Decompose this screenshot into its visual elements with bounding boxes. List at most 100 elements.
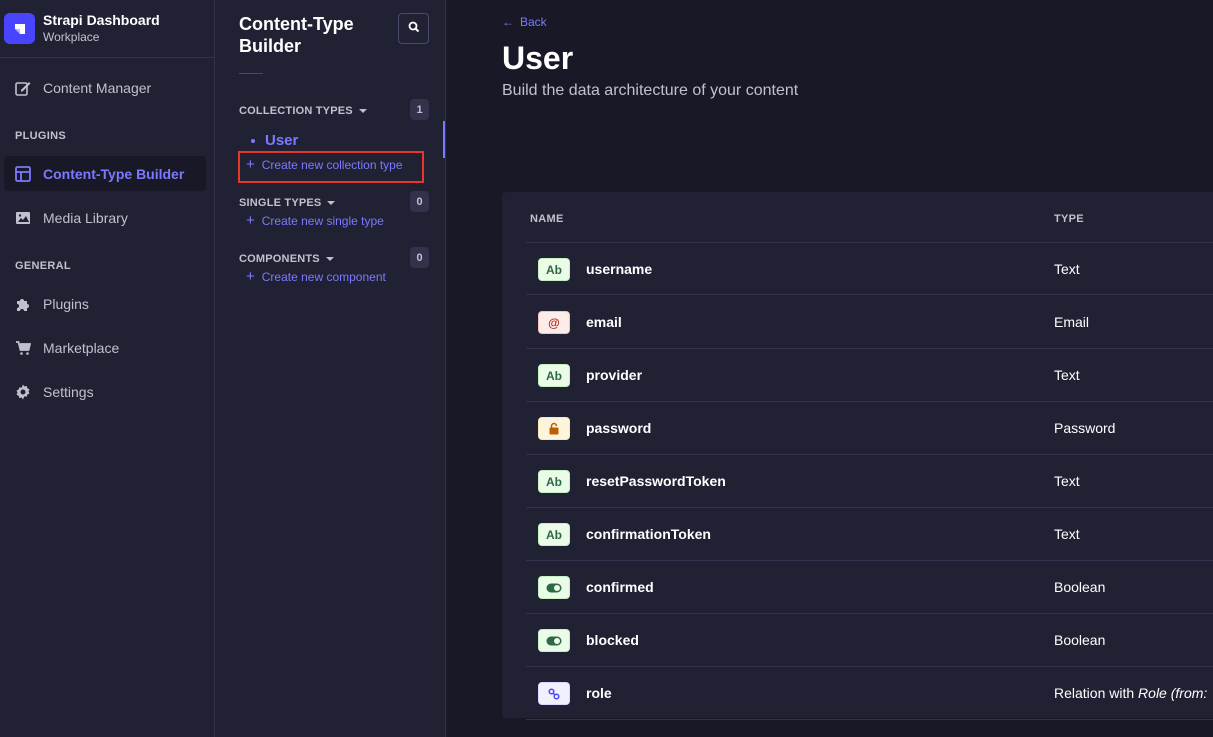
- single-types-count: 0: [410, 191, 429, 212]
- create-component-link[interactable]: + Create new component: [246, 268, 386, 285]
- nav-item-media-library[interactable]: Media Library: [4, 200, 206, 235]
- brand-title: Strapi Dashboard: [43, 12, 160, 28]
- relation-target: Role (from:: [1138, 685, 1208, 701]
- text-field-icon: Ab: [538, 523, 570, 546]
- nav-item-content-manager[interactable]: Content Manager: [4, 70, 206, 105]
- caret-down-icon: [327, 201, 336, 205]
- field-name: confirmed: [586, 579, 654, 595]
- field-name: confirmationToken: [586, 526, 711, 542]
- table-row[interactable]: password Password: [526, 402, 1213, 455]
- brand-subtitle: Workplace: [43, 30, 100, 44]
- gear-icon: [14, 383, 32, 401]
- collection-type-label: User: [265, 132, 299, 149]
- table-row[interactable]: blocked Boolean: [526, 614, 1213, 667]
- field-name: blocked: [586, 632, 639, 648]
- pen-icon: [14, 79, 32, 97]
- back-label: Back: [520, 15, 547, 29]
- single-types-toggle[interactable]: SINGLE TYPES: [239, 197, 336, 209]
- create-link-label: Create new component: [261, 270, 386, 284]
- bullet-icon: [251, 138, 255, 143]
- cart-icon: [14, 339, 32, 357]
- email-field-icon: @: [538, 311, 570, 334]
- table-row[interactable]: @ email Email: [526, 296, 1213, 349]
- toggle-icon: [538, 576, 570, 599]
- section-label: COMPONENTS: [239, 253, 320, 265]
- column-header-type: TYPE: [1054, 213, 1084, 225]
- field-type: Text: [1054, 367, 1080, 383]
- active-indicator: [443, 121, 445, 158]
- section-label: COLLECTION TYPES: [239, 105, 353, 117]
- plus-icon: +: [246, 212, 255, 229]
- nav-item-label: Content Manager: [43, 79, 152, 96]
- collection-types-toggle[interactable]: COLLECTION TYPES: [239, 105, 367, 117]
- plus-icon: +: [246, 268, 255, 285]
- field-type: Text: [1054, 261, 1080, 277]
- table-row[interactable]: Ab provider Text: [526, 349, 1213, 402]
- main-content: ← Back User Build the data architecture …: [446, 0, 1213, 737]
- table-row[interactable]: Ab resetPasswordToken Text: [526, 455, 1213, 508]
- nav-section-general: GENERAL: [15, 260, 71, 272]
- puzzle-icon: [14, 295, 32, 313]
- components-toggle[interactable]: COMPONENTS: [239, 253, 334, 265]
- field-type: Text: [1054, 526, 1080, 542]
- back-link[interactable]: ← Back: [502, 15, 547, 29]
- create-link-label: Create new single type: [261, 214, 384, 228]
- relation-prefix: Relation with: [1054, 685, 1139, 701]
- field-type: Password: [1054, 420, 1116, 436]
- link-icon: [538, 682, 570, 705]
- arrow-left-icon: ←: [502, 15, 514, 29]
- field-type: Text: [1054, 473, 1080, 489]
- nav-item-label: Marketplace: [43, 339, 120, 356]
- table-row[interactable]: confirmed Boolean: [526, 561, 1213, 614]
- field-name: role: [586, 685, 612, 701]
- divider: [239, 73, 263, 74]
- search-button[interactable]: [398, 13, 429, 44]
- section-label: SINGLE TYPES: [239, 197, 322, 209]
- nav-item-marketplace[interactable]: Marketplace: [4, 330, 206, 365]
- nav-item-label: Settings: [43, 383, 94, 400]
- text-field-icon: Ab: [538, 470, 570, 493]
- field-name: resetPasswordToken: [586, 473, 726, 489]
- lock-icon: [538, 417, 570, 440]
- brand-header: Strapi Dashboard Workplace: [0, 0, 214, 58]
- text-field-icon: Ab: [538, 258, 570, 281]
- nav-item-label: Media Library: [43, 209, 128, 226]
- field-name: provider: [586, 367, 643, 383]
- table-row[interactable]: Ab username Text: [526, 242, 1213, 295]
- field-type: Boolean: [1054, 579, 1106, 595]
- components-count: 0: [410, 247, 429, 268]
- nav-item-plugins[interactable]: Plugins: [4, 286, 206, 321]
- highlight-annotation-box: [238, 151, 424, 183]
- image-icon: [14, 209, 32, 227]
- search-icon: [408, 20, 420, 38]
- content-type-builder-subnav: Content-Type Builder COLLECTION TYPES 1 …: [215, 0, 446, 737]
- field-name: username: [586, 261, 653, 277]
- collection-types-count: 1: [410, 99, 429, 120]
- field-name: email: [586, 314, 622, 330]
- page-title: User: [502, 40, 574, 76]
- app-root: Strapi Dashboard Workplace Content Manag…: [0, 0, 1213, 737]
- caret-down-icon: [325, 257, 334, 261]
- create-single-type-link[interactable]: + Create new single type: [246, 212, 384, 229]
- column-header-name: NAME: [530, 213, 564, 225]
- text-field-icon: Ab: [538, 364, 570, 387]
- nav-item-label: Content-Type Builder: [43, 165, 185, 182]
- nav-item-label: Plugins: [43, 295, 89, 312]
- table-row[interactable]: role Relation with Role (from:: [526, 667, 1213, 720]
- caret-down-icon: [358, 109, 367, 113]
- toggle-icon: [538, 629, 570, 652]
- table-row[interactable]: Ab confirmationToken Text: [526, 508, 1213, 561]
- collection-type-user-link[interactable]: User: [251, 132, 298, 149]
- nav-item-content-type-builder[interactable]: Content-Type Builder: [4, 156, 206, 191]
- strapi-logo-icon[interactable]: [4, 13, 35, 44]
- nav-item-settings[interactable]: Settings: [4, 374, 206, 409]
- field-type: Boolean: [1054, 632, 1106, 648]
- page-subtitle: Build the data architecture of your cont…: [502, 82, 799, 99]
- field-type: Email: [1054, 314, 1090, 330]
- field-type: Relation with Role (from:: [1054, 685, 1207, 701]
- subnav-title: Content-Type Builder: [239, 14, 354, 56]
- nav-section-plugins: PLUGINS: [15, 130, 66, 142]
- layout-icon: [14, 165, 32, 183]
- main-navigation: Strapi Dashboard Workplace Content Manag…: [0, 0, 215, 737]
- field-name: password: [586, 420, 652, 436]
